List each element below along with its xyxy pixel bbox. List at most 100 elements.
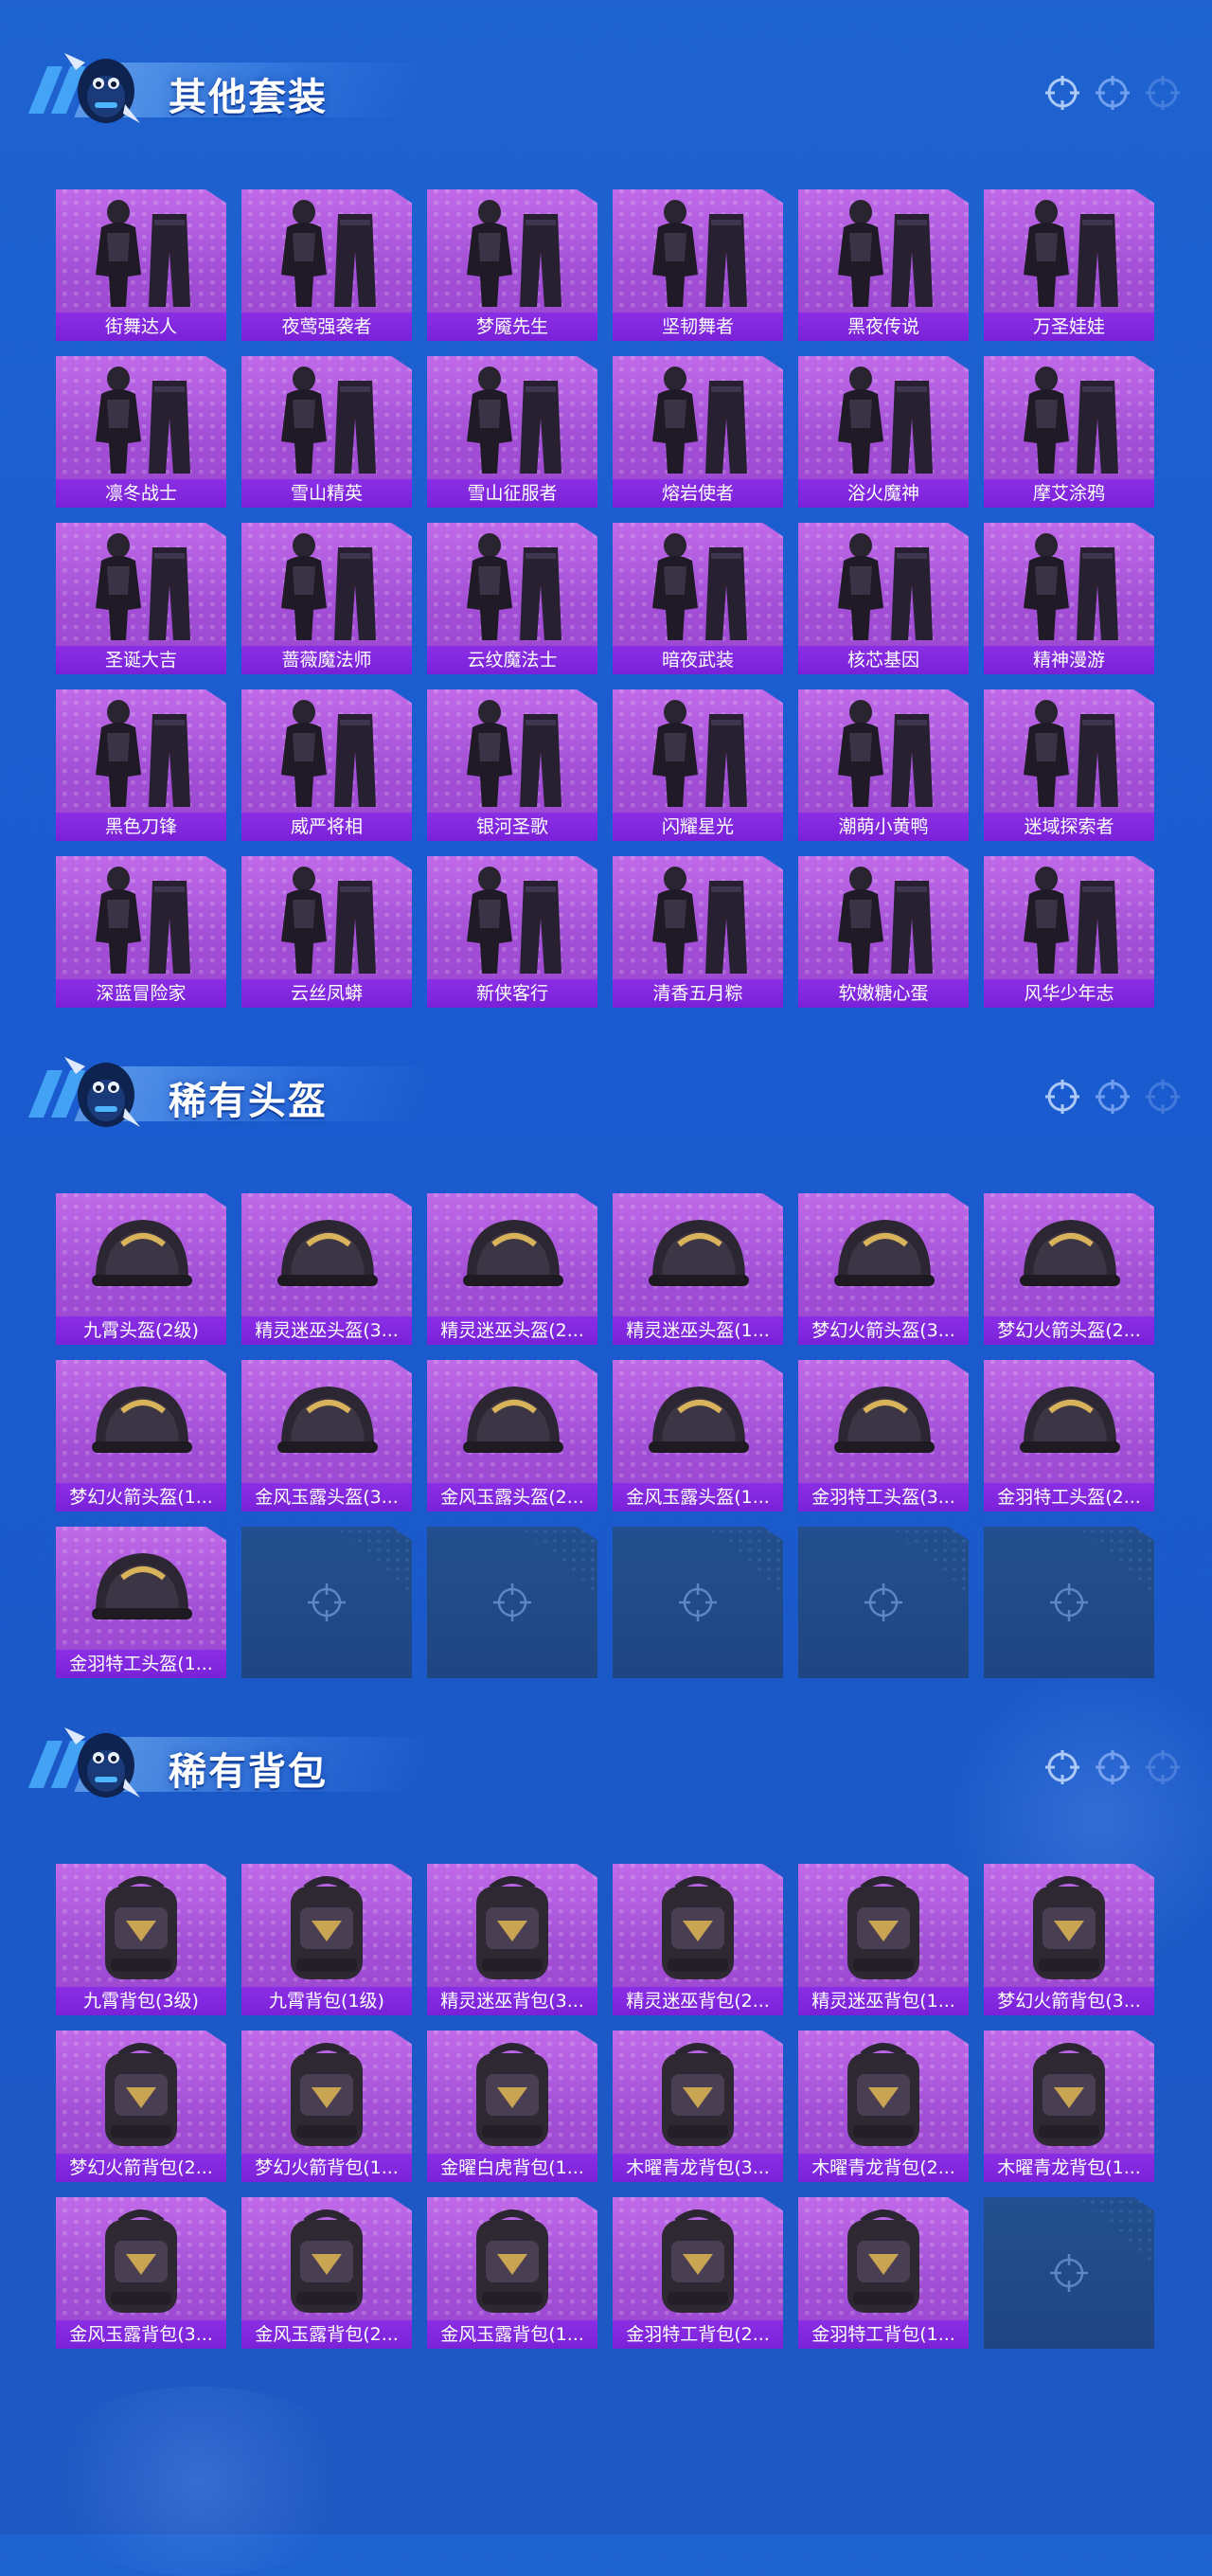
outfit-image	[1024, 367, 1118, 474]
outfit-image	[838, 700, 933, 807]
outfit-card[interactable]: 熔岩使者	[613, 356, 783, 508]
helmet-image	[92, 1220, 192, 1286]
empty-slot	[241, 1527, 412, 1678]
outfit-card[interactable]: 黑色刀锋	[56, 689, 226, 841]
backpack-card[interactable]: 木曜青龙背包(2...	[798, 2030, 969, 2182]
outfit-card[interactable]: 银河圣歌	[427, 689, 597, 841]
helmet-card[interactable]: 金羽特工头盔(1...	[56, 1527, 226, 1678]
item-name: 梦幻火箭背包(3...	[984, 1987, 1154, 2015]
item-name: 精灵迷巫背包(1...	[798, 1987, 969, 2015]
outfit-card[interactable]: 浴火魔神	[798, 356, 969, 508]
backpack-card[interactable]: 九霄背包(1级)	[241, 1864, 412, 2015]
helmet-card[interactable]: 金风玉露头盔(2...	[427, 1360, 597, 1512]
helmet-card[interactable]: 梦幻火箭头盔(2...	[984, 1193, 1154, 1345]
backpack-card[interactable]: 金风玉露背包(1...	[427, 2197, 597, 2349]
crosshair-target-icon	[1050, 1583, 1088, 1621]
backpack-card[interactable]: 精灵迷巫背包(2...	[613, 1864, 783, 2015]
helmet-card[interactable]: 精灵迷巫头盔(3...	[241, 1193, 412, 1345]
backpack-image	[476, 1876, 548, 1979]
outfit-card[interactable]: 街舞达人	[56, 189, 226, 341]
outfit-card[interactable]: 风华少年志	[984, 856, 1154, 1008]
outfit-image	[281, 867, 376, 974]
item-name: 精灵迷巫背包(3...	[427, 1987, 597, 2015]
outfit-image	[838, 367, 933, 474]
outfit-card[interactable]: 云纹魔法士	[427, 523, 597, 674]
outfit-card[interactable]: 凛冬战士	[56, 356, 226, 508]
backpack-image	[662, 1876, 734, 1979]
backpack-image	[847, 2209, 919, 2313]
outfit-card[interactable]: 雪山精英	[241, 356, 412, 508]
backpack-card[interactable]: 精灵迷巫背包(3...	[427, 1864, 597, 2015]
backpack-card[interactable]: 金曜白虎背包(1...	[427, 2030, 597, 2182]
backpack-card[interactable]: 梦幻火箭背包(1...	[241, 2030, 412, 2182]
outfit-card[interactable]: 坚韧舞者	[613, 189, 783, 341]
helmet-image	[1020, 1386, 1120, 1453]
item-name: 金羽特工背包(2...	[613, 2320, 783, 2349]
item-name: 木曜青龙背包(3...	[613, 2154, 783, 2182]
outfit-card[interactable]: 雪山征服者	[427, 356, 597, 508]
empty-slot	[427, 1527, 597, 1678]
helmet-card[interactable]: 精灵迷巫头盔(2...	[427, 1193, 597, 1345]
helmet-image	[277, 1386, 378, 1453]
backpack-image	[847, 2043, 919, 2146]
item-name: 暗夜武装	[613, 646, 783, 674]
outfit-card[interactable]: 深蓝冒险家	[56, 856, 226, 1008]
outfit-image	[652, 200, 747, 307]
helmet-card[interactable]: 金羽特工头盔(2...	[984, 1360, 1154, 1512]
outfit-image	[96, 700, 190, 807]
outfit-card[interactable]: 黑夜传说	[798, 189, 969, 341]
helmet-image	[277, 1220, 378, 1286]
backpack-card[interactable]: 金羽特工背包(2...	[613, 2197, 783, 2349]
item-name: 威严将相	[241, 813, 412, 841]
item-name: 迷域探索者	[984, 813, 1154, 841]
backpack-card[interactable]: 梦幻火箭背包(2...	[56, 2030, 226, 2182]
helmet-card[interactable]: 梦幻火箭头盔(3...	[798, 1193, 969, 1345]
helmet-image	[834, 1220, 935, 1286]
outfit-card[interactable]: 云丝凤蟒	[241, 856, 412, 1008]
item-name: 木曜青龙背包(1...	[984, 2154, 1154, 2182]
helmet-card[interactable]: 九霄头盔(2级)	[56, 1193, 226, 1345]
outfit-card[interactable]: 精神漫游	[984, 523, 1154, 674]
backpack-image	[1033, 2043, 1105, 2146]
outfit-card[interactable]: 暗夜武装	[613, 523, 783, 674]
outfit-image	[96, 867, 190, 974]
backpack-card[interactable]: 木曜青龙背包(3...	[613, 2030, 783, 2182]
outfit-card[interactable]: 万圣娃娃	[984, 189, 1154, 341]
item-name: 金风玉露头盔(2...	[427, 1483, 597, 1512]
item-name: 梦幻火箭头盔(1...	[56, 1483, 226, 1512]
background-decoration	[28, 2387, 369, 2576]
outfit-card[interactable]: 迷域探索者	[984, 689, 1154, 841]
outfit-card[interactable]: 蔷薇魔法师	[241, 523, 412, 674]
outfit-card[interactable]: 夜莺强袭者	[241, 189, 412, 341]
helmet-card[interactable]: 金羽特工头盔(3...	[798, 1360, 969, 1512]
item-name: 金羽特工头盔(3...	[798, 1483, 969, 1512]
outfit-card[interactable]: 闪耀星光	[613, 689, 783, 841]
outfit-card[interactable]: 清香五月粽	[613, 856, 783, 1008]
item-name: 新侠客行	[427, 979, 597, 1008]
helmet-card[interactable]: 精灵迷巫头盔(1...	[613, 1193, 783, 1345]
item-name: 精灵迷巫头盔(2...	[427, 1316, 597, 1345]
backpack-card[interactable]: 金风玉露背包(3...	[56, 2197, 226, 2349]
outfit-card[interactable]: 核芯基因	[798, 523, 969, 674]
backpack-card[interactable]: 金风玉露背包(2...	[241, 2197, 412, 2349]
outfit-card[interactable]: 软嫩糖心蛋	[798, 856, 969, 1008]
crosshair-target-icon	[493, 1583, 531, 1621]
backpack-card[interactable]: 木曜青龙背包(1...	[984, 2030, 1154, 2182]
outfit-card[interactable]: 新侠客行	[427, 856, 597, 1008]
outfit-card[interactable]: 威严将相	[241, 689, 412, 841]
outfit-card[interactable]: 梦魇先生	[427, 189, 597, 341]
item-name: 金曜白虎背包(1...	[427, 2154, 597, 2182]
backpack-card[interactable]: 梦幻火箭背包(3...	[984, 1864, 1154, 2015]
outfit-card[interactable]: 圣诞大吉	[56, 523, 226, 674]
outfit-card[interactable]: 摩艾涂鸦	[984, 356, 1154, 508]
helmet-card[interactable]: 梦幻火箭头盔(1...	[56, 1360, 226, 1512]
backpack-card[interactable]: 九霄背包(3级)	[56, 1864, 226, 2015]
helmet-card[interactable]: 金风玉露头盔(3...	[241, 1360, 412, 1512]
backpack-card[interactable]: 金羽特工背包(1...	[798, 2197, 969, 2349]
outfit-card[interactable]: 潮萌小黄鸭	[798, 689, 969, 841]
section-header: 其他套装	[27, 38, 437, 133]
item-name: 梦幻火箭背包(1...	[241, 2154, 412, 2182]
outfit-image	[838, 533, 933, 640]
helmet-card[interactable]: 金风玉露头盔(1...	[613, 1360, 783, 1512]
backpack-card[interactable]: 精灵迷巫背包(1...	[798, 1864, 969, 2015]
